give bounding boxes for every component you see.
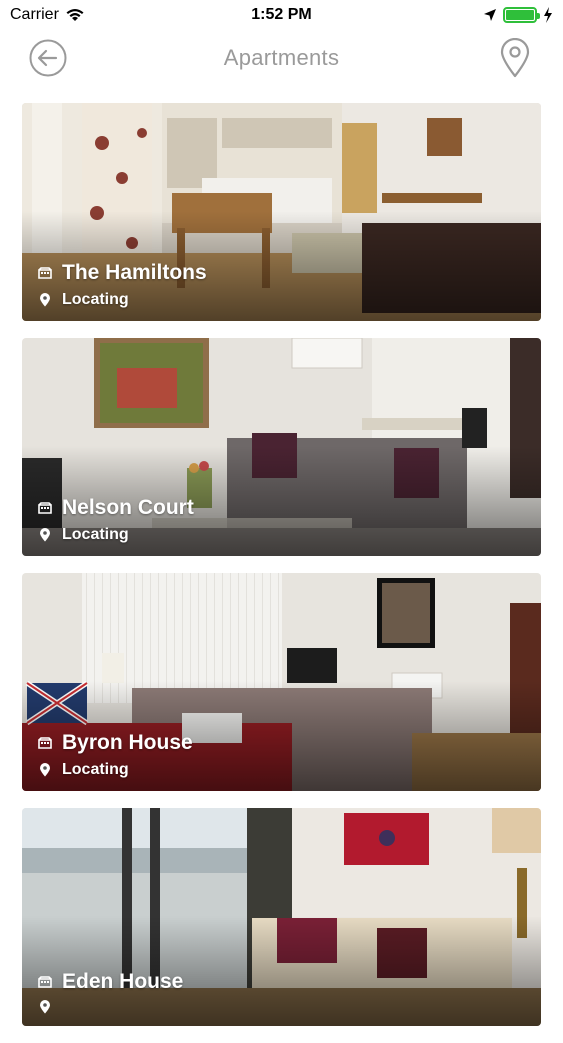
building-icon [38, 267, 52, 279]
building-icon [38, 737, 52, 749]
location-pin-icon [40, 1000, 50, 1014]
building-icon [38, 502, 52, 514]
apartment-name: Nelson Court [62, 496, 194, 519]
apartment-card[interactable]: Nelson Court Locating [22, 338, 541, 556]
location-pin-icon [40, 528, 50, 542]
apartment-name: Byron House [62, 731, 193, 754]
apartment-name: The Hamiltons [62, 261, 207, 284]
wifi-icon [66, 9, 84, 21]
apartment-name: Eden House [62, 970, 184, 993]
apartment-card[interactable]: Byron House Locating [22, 573, 541, 791]
battery-level [506, 10, 534, 20]
apartment-card[interactable]: The Hamiltons Locating [22, 103, 541, 321]
building-icon [38, 976, 52, 988]
apartment-location: Locating [62, 526, 129, 543]
navigation-bar: Apartments [0, 30, 563, 86]
location-pin-icon [40, 763, 50, 777]
carrier-label: Carrier [10, 6, 59, 23]
apartment-list: The Hamiltons Locating Nelson Court Loca… [22, 103, 541, 1043]
charging-bolt-icon [544, 7, 552, 23]
page-title: Apartments [223, 45, 340, 70]
battery-icon [503, 7, 540, 23]
apartment-location: Locating [62, 761, 129, 778]
back-arrow-icon [29, 39, 67, 77]
status-bar: Carrier 1:52 PM [0, 0, 563, 30]
apartment-card[interactable]: Eden House [22, 808, 541, 1026]
back-button[interactable] [28, 38, 68, 78]
location-arrow-icon [484, 9, 496, 21]
map-button[interactable] [495, 38, 535, 78]
map-pin-icon [500, 38, 530, 78]
apartment-location: Locating [62, 291, 129, 308]
location-pin-icon [40, 293, 50, 307]
